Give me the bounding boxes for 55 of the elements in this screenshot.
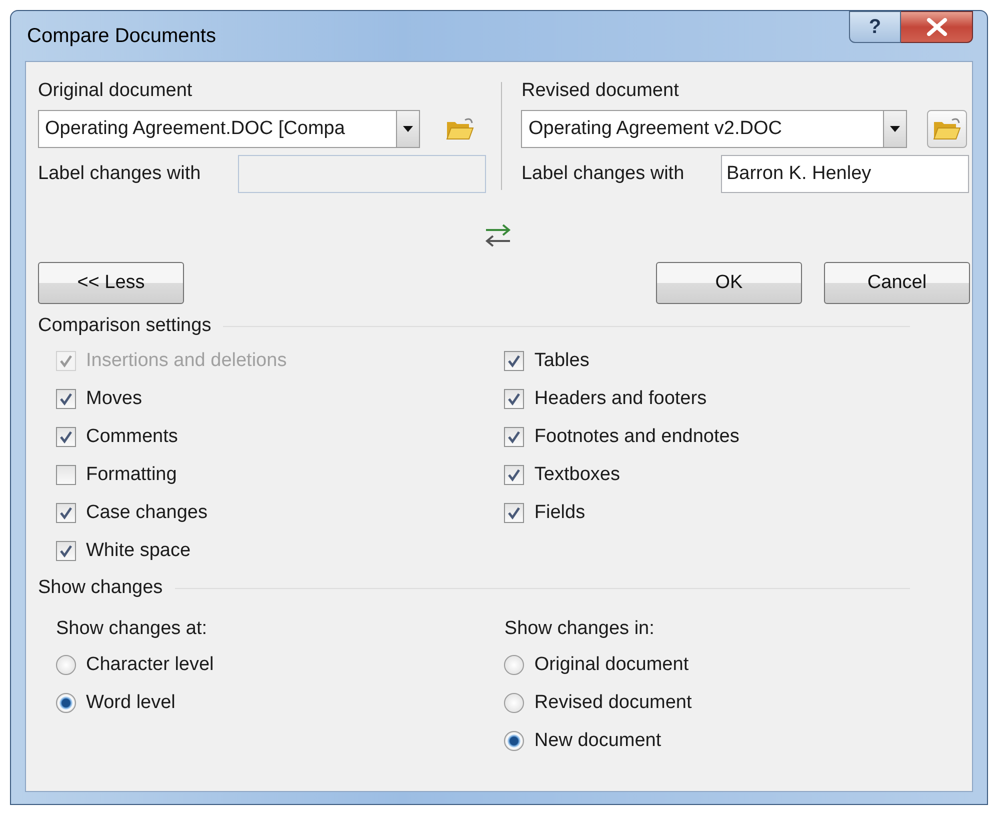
less-button[interactable]: << Less (38, 262, 184, 304)
radio-label: Original document (534, 654, 689, 676)
window-title: Compare Documents (26, 24, 216, 48)
field-label: Revised document (521, 79, 679, 103)
checkbox[interactable] (56, 427, 76, 447)
ok-button[interactable]: OK (656, 262, 802, 304)
section-heading: Show changes (38, 577, 163, 599)
field-label: Label changes with (38, 162, 202, 186)
checkbox[interactable] (504, 427, 524, 447)
cancel-button[interactable]: Cancel (824, 262, 970, 304)
checkbox[interactable] (504, 465, 524, 485)
section-heading: Comparison settings (38, 315, 212, 337)
folder-icon (445, 116, 475, 142)
radio-label: Character level (86, 654, 214, 676)
checkbox-label: Fields (534, 502, 586, 524)
checkbox[interactable] (504, 351, 524, 371)
checkbox[interactable] (56, 465, 76, 485)
label-input-field[interactable]: Barron K. Henley (721, 155, 970, 193)
checkbox-label: Footnotes and endnotes (534, 426, 740, 448)
checkbox-label: Comments (86, 426, 178, 448)
checkbox-label: Moves (86, 388, 142, 410)
radio-button[interactable] (56, 693, 76, 713)
close-button[interactable] (901, 11, 973, 43)
checkbox-label: Tables (534, 350, 590, 372)
radio-label: Word level (86, 692, 176, 714)
radio-label: Revised document (534, 692, 692, 714)
checkbox-label: Textboxes (534, 464, 620, 486)
radio-button[interactable] (504, 693, 524, 713)
checkbox-label: Formatting (86, 464, 177, 486)
checkbox-label: Headers and footers (534, 388, 707, 410)
checkbox[interactable] (504, 389, 524, 409)
dropdown-value: Operating Agreement v2.DOC (527, 117, 783, 141)
folder-icon (932, 116, 962, 142)
dropdown-value: Operating Agreement.DOC [Compa (44, 117, 346, 141)
group-label: Show changes at: (56, 617, 208, 641)
radio-button[interactable] (56, 655, 76, 675)
help-button[interactable]: ? (849, 11, 901, 43)
radio-button[interactable] (504, 731, 524, 751)
field-label: Original document (38, 79, 192, 103)
close-icon (926, 18, 948, 36)
checkbox[interactable] (56, 389, 76, 409)
swap-icon[interactable] (483, 222, 513, 248)
checkbox-label: Case changes (86, 502, 208, 524)
checkbox-label: Insertions and deletions (86, 350, 287, 372)
checkbox[interactable] (56, 541, 76, 561)
field-label: Label changes with (521, 162, 686, 186)
checkbox[interactable] (504, 503, 524, 523)
checkbox[interactable] (56, 503, 76, 523)
browse-button[interactable] (927, 110, 968, 148)
checkbox-label: White space (86, 540, 191, 562)
group-label: Show changes in: (504, 617, 656, 641)
radio-label: New document (534, 730, 662, 752)
radio-button[interactable] (504, 655, 524, 675)
document-dropdown[interactable]: Operating Agreement v2.DOC (521, 110, 908, 148)
document-dropdown[interactable]: Operating Agreement.DOC [Compa (38, 110, 420, 148)
